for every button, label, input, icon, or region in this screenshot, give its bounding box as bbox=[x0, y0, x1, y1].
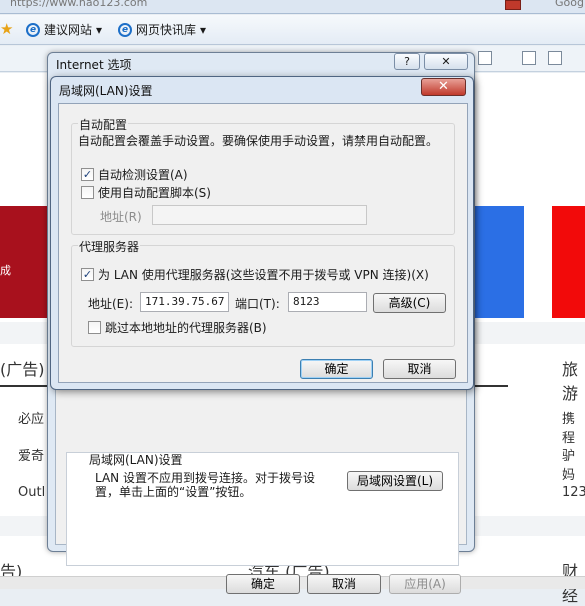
list-item[interactable]: 驴妈 bbox=[562, 445, 585, 483]
fav-web-slice[interactable]: e 网页快讯库 ▾ bbox=[118, 21, 206, 38]
auto-detect-checkbox[interactable]: ✓ 自动检测设置(A) bbox=[81, 166, 188, 183]
address-text[interactable]: https://www.hao123.com bbox=[10, 0, 147, 9]
mail-icon[interactable] bbox=[522, 51, 536, 65]
print-icon[interactable] bbox=[548, 51, 562, 65]
list-item[interactable]: Outl bbox=[18, 485, 45, 500]
script-address-field bbox=[152, 205, 367, 225]
use-script-checkbox[interactable]: 使用自动配置脚本(S) bbox=[81, 184, 211, 201]
checkbox-label: 使用自动配置脚本(S) bbox=[98, 186, 211, 200]
help-button[interactable]: ? bbox=[394, 53, 420, 70]
close-tab-icon[interactable] bbox=[505, 0, 521, 10]
proxy-address-label: 地址(E): bbox=[88, 297, 133, 311]
search-box-text[interactable]: Goog bbox=[555, 0, 584, 9]
lan-settings-dialog: 局域网(LAN)设置 ✕ 自动配置 自动配置会覆盖手动设置。要确保使用手动设置，… bbox=[50, 76, 474, 390]
checkbox-box[interactable]: ✓ bbox=[81, 268, 94, 281]
group-title: 局域网(LAN)设置 bbox=[89, 453, 183, 467]
star-icon[interactable]: ★ bbox=[0, 20, 13, 38]
checkbox-label: 为 LAN 使用代理服务器(这些设置不用于拨号或 VPN 连接)(X) bbox=[98, 268, 429, 282]
use-proxy-checkbox[interactable]: ✓ 为 LAN 使用代理服务器(这些设置不用于拨号或 VPN 连接)(X) bbox=[81, 266, 429, 283]
dialog-body: 自动配置 自动配置会覆盖手动设置。要确保使用手动设置，请禁用自动配置。 ✓ 自动… bbox=[58, 103, 468, 383]
chevron-down-icon: ▾ bbox=[200, 22, 207, 37]
red-banner[interactable]: 成 bbox=[0, 206, 48, 318]
list-item[interactable]: 爱奇 bbox=[18, 445, 44, 464]
list-item[interactable]: 必应 bbox=[18, 408, 44, 427]
close-button[interactable]: ✕ bbox=[421, 78, 466, 96]
list-item[interactable]: 携程 bbox=[562, 408, 585, 446]
ok-button[interactable]: 确定 bbox=[226, 574, 300, 594]
checkbox-label: 自动检测设置(A) bbox=[98, 168, 188, 182]
apply-button: 应用(A) bbox=[389, 574, 461, 594]
section-underline bbox=[474, 385, 508, 387]
cancel-button[interactable]: 取消 bbox=[307, 574, 381, 594]
ok-button[interactable]: 确定 bbox=[300, 359, 373, 379]
section-title: 旅游 bbox=[562, 360, 579, 403]
ie-icon: e bbox=[26, 22, 40, 37]
group-title: 代理服务器 bbox=[78, 238, 141, 255]
bypass-local-checkbox[interactable]: 跳过本地地址的代理服务器(B) bbox=[88, 319, 267, 336]
favorites-bar: ★ e 建议网站 ▾ e 网页快讯库 ▾ bbox=[0, 15, 585, 45]
auto-config-description: 自动配置会覆盖手动设置。要确保使用手动设置，请禁用自动配置。 bbox=[78, 134, 439, 148]
checkbox-box[interactable]: ✓ bbox=[81, 168, 94, 181]
ie-icon: e bbox=[118, 22, 132, 37]
proxy-address-field[interactable]: 171.39.75.67 bbox=[140, 292, 229, 312]
fav-suggested-sites[interactable]: e 建议网站 ▾ bbox=[26, 21, 102, 38]
cancel-button[interactable]: 取消 bbox=[383, 359, 456, 379]
group-title: 自动配置 bbox=[78, 116, 129, 133]
red-banner-right[interactable] bbox=[552, 206, 585, 318]
dialog-title: 局域网(LAN)设置 bbox=[59, 84, 153, 98]
list-item[interactable]: 123 bbox=[562, 485, 585, 500]
advanced-button[interactable]: 高级(C) bbox=[373, 293, 446, 313]
fav-label: 网页快讯库 bbox=[136, 23, 197, 37]
banner-text: 成 bbox=[0, 264, 11, 277]
checkbox-box[interactable] bbox=[88, 321, 101, 334]
close-button[interactable]: ✕ bbox=[424, 53, 468, 70]
proxy-port-field[interactable]: 8123 bbox=[288, 292, 367, 312]
chevron-down-icon: ▾ bbox=[96, 22, 103, 37]
blue-banner[interactable] bbox=[474, 206, 524, 318]
lan-settings-button[interactable]: 局域网设置(L) bbox=[347, 471, 443, 491]
section-underline bbox=[0, 385, 48, 387]
script-address-label: 地址(R) bbox=[100, 210, 142, 224]
proxy-port-label: 端口(T): bbox=[235, 297, 280, 311]
lan-description: LAN 设置不应用到拨号连接。对于拨号设置，单击上面的“设置”按钮。 bbox=[95, 471, 315, 499]
dialog-title: Internet 选项 bbox=[56, 58, 132, 72]
fav-label: 建议网站 bbox=[44, 23, 93, 37]
lan-settings-group: 局域网(LAN)设置 LAN 设置不应用到拨号连接。对于拨号设置，单击上面的“设… bbox=[66, 452, 459, 566]
checkbox-label: 跳过本地地址的代理服务器(B) bbox=[105, 321, 267, 335]
section-title: (广告) bbox=[0, 360, 45, 379]
address-bar[interactable]: https://www.hao123.com Goog bbox=[0, 0, 585, 14]
rss-icon[interactable] bbox=[478, 51, 492, 65]
checkbox-box[interactable] bbox=[81, 186, 94, 199]
